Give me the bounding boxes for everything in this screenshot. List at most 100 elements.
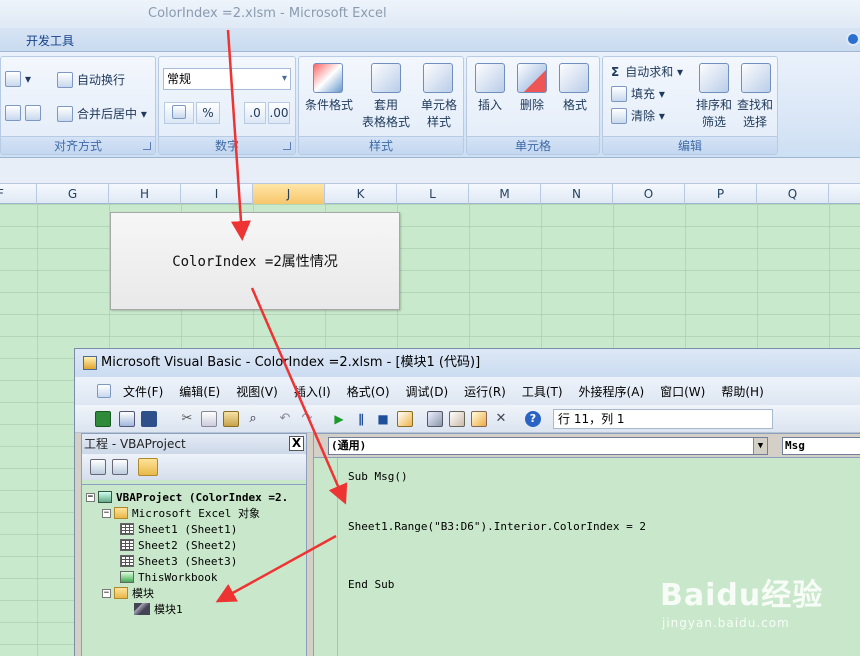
view-object-icon[interactable] [112,459,128,475]
collapse-icon[interactable]: − [102,588,111,598]
column-header-p[interactable]: P [685,184,757,204]
break-icon[interactable]: ∥ [353,411,369,427]
code-line-3[interactable]: End Sub [348,578,394,591]
object-dropdown[interactable]: (通用) ▼ [328,437,768,455]
help-icon[interactable] [846,32,860,46]
conditional-format-label[interactable]: 条件格式 [301,97,357,114]
fill-button[interactable]: 填充 ▾ [611,85,665,102]
cut-icon[interactable]: ✂ [179,411,195,427]
menu-addins[interactable]: 外接程序(A) [571,383,653,400]
decrease-decimal-button[interactable]: .00 [268,102,290,124]
tree-node-module1[interactable]: 模块1 [134,601,183,617]
cell-style-icon[interactable] [423,63,453,93]
clear-button[interactable]: 清除 ▾ [611,107,665,124]
cell-style-label-1[interactable]: 单元格 [415,97,463,114]
delete-cells-icon[interactable] [517,63,547,93]
delete-cells-label[interactable]: 删除 [509,97,555,114]
orientation-button[interactable]: ▾ [5,71,31,87]
collapse-icon[interactable]: − [102,508,111,518]
menu-view[interactable]: 视图(V) [228,383,286,400]
tree-node-sheet2[interactable]: Sheet2 (Sheet2) [120,537,237,553]
column-header-l[interactable]: L [397,184,469,204]
find-label-2[interactable]: 选择 [731,114,779,131]
format-cells-icon[interactable] [559,63,589,93]
menu-help[interactable]: 帮助(H) [713,383,771,400]
copy-icon[interactable] [201,411,217,427]
toolbox-icon[interactable]: ✕ [493,411,509,427]
number-launcher-icon[interactable] [283,142,291,150]
column-header-o[interactable]: O [613,184,685,204]
close-icon[interactable]: X [289,436,304,451]
currency-format-button[interactable] [164,102,194,124]
column-header-g[interactable]: G [37,184,109,204]
column-header-i[interactable]: I [181,184,253,204]
code-margin[interactable] [314,458,338,656]
menu-window[interactable]: 窗口(W) [652,383,713,400]
redo-icon[interactable]: ↷ [299,411,315,427]
alignment-launcher-icon[interactable] [143,142,151,150]
collapse-icon[interactable]: − [86,492,95,502]
menu-format[interactable]: 格式(O) [339,383,398,400]
view-code-icon[interactable] [90,459,106,475]
column-header-f[interactable]: F [0,184,37,204]
column-header-n[interactable]: N [541,184,613,204]
tree-node-sheet3[interactable]: Sheet3 (Sheet3) [120,553,237,569]
code-line-2[interactable]: Sheet1.Range("B3:D6").Interior.ColorInde… [348,520,646,533]
tree-node-excel-objects[interactable]: − Microsoft Excel 对象 [102,505,260,521]
caption-textbox[interactable]: ColorIndex =2属性情况 [110,212,400,310]
table-format-label-2[interactable]: 表格格式 [355,114,417,131]
tree-node-thisworkbook[interactable]: ThisWorkbook [120,569,217,585]
tree-node-modules[interactable]: − 模块 [102,585,154,601]
tree-node-sheet1[interactable]: Sheet1 (Sheet1) [120,521,237,537]
merge-center-button[interactable]: 合并后居中 ▾ [57,105,147,122]
wrap-text-button[interactable]: 自动换行 [57,71,125,88]
insert-module-icon[interactable] [119,411,135,427]
toggle-folders-icon[interactable] [138,458,158,476]
increase-decimal-button[interactable]: .0 [244,102,266,124]
column-header-m[interactable]: M [469,184,541,204]
column-header-j[interactable]: J [253,184,325,204]
menu-tools[interactable]: 工具(T) [514,383,571,400]
object-browser-icon[interactable] [471,411,487,427]
table-format-label-1[interactable]: 套用 [355,97,417,114]
sort-filter-icon[interactable] [699,63,729,93]
insert-cells-label[interactable]: 插入 [467,97,513,114]
tree-node-vbaproject[interactable]: − VBAProject (ColorIndex =2. [86,489,288,505]
format-cells-label[interactable]: 格式 [553,97,597,114]
tab-developer[interactable]: 开发工具 [26,32,74,49]
menu-insert[interactable]: 插入(I) [286,383,339,400]
formula-bar[interactable] [0,158,860,184]
menu-run[interactable]: 运行(R) [456,383,514,400]
find-label-1[interactable]: 查找和 [731,97,779,114]
column-header-k[interactable]: K [325,184,397,204]
percent-button[interactable]: % [196,102,220,124]
table-format-icon[interactable] [371,63,401,93]
view-excel-icon[interactable] [95,411,111,427]
code-line-1[interactable]: Sub Msg() [348,470,408,483]
chevron-down-icon[interactable]: ▼ [753,438,767,454]
insert-cells-icon[interactable] [475,63,505,93]
procedure-dropdown[interactable]: Msg [782,437,860,455]
project-explorer-icon[interactable] [427,411,443,427]
find-select-icon[interactable] [741,63,771,93]
autosum-button[interactable]: Σ 自动求和 ▾ [611,63,683,80]
save-icon[interactable] [141,411,157,427]
excel-view-icon[interactable] [97,384,111,398]
conditional-format-icon[interactable] [313,63,343,93]
paste-icon[interactable] [223,411,239,427]
column-header-q[interactable]: Q [757,184,829,204]
design-mode-icon[interactable] [397,411,413,427]
menu-debug[interactable]: 调试(D) [398,383,457,400]
indent-buttons[interactable] [5,105,45,121]
reset-icon[interactable]: ■ [375,411,391,427]
column-header-h[interactable]: H [109,184,181,204]
properties-icon[interactable] [449,411,465,427]
run-icon[interactable]: ▶ [331,411,347,427]
cell-style-label-2[interactable]: 样式 [415,114,463,131]
menu-edit[interactable]: 编辑(E) [171,383,228,400]
menu-file[interactable]: 文件(F) [115,383,171,400]
find-icon[interactable]: ⌕ [245,411,261,427]
number-format-combo[interactable]: 常规 [163,68,291,90]
undo-icon[interactable]: ↶ [277,411,293,427]
help-question-icon[interactable]: ? [525,411,541,427]
